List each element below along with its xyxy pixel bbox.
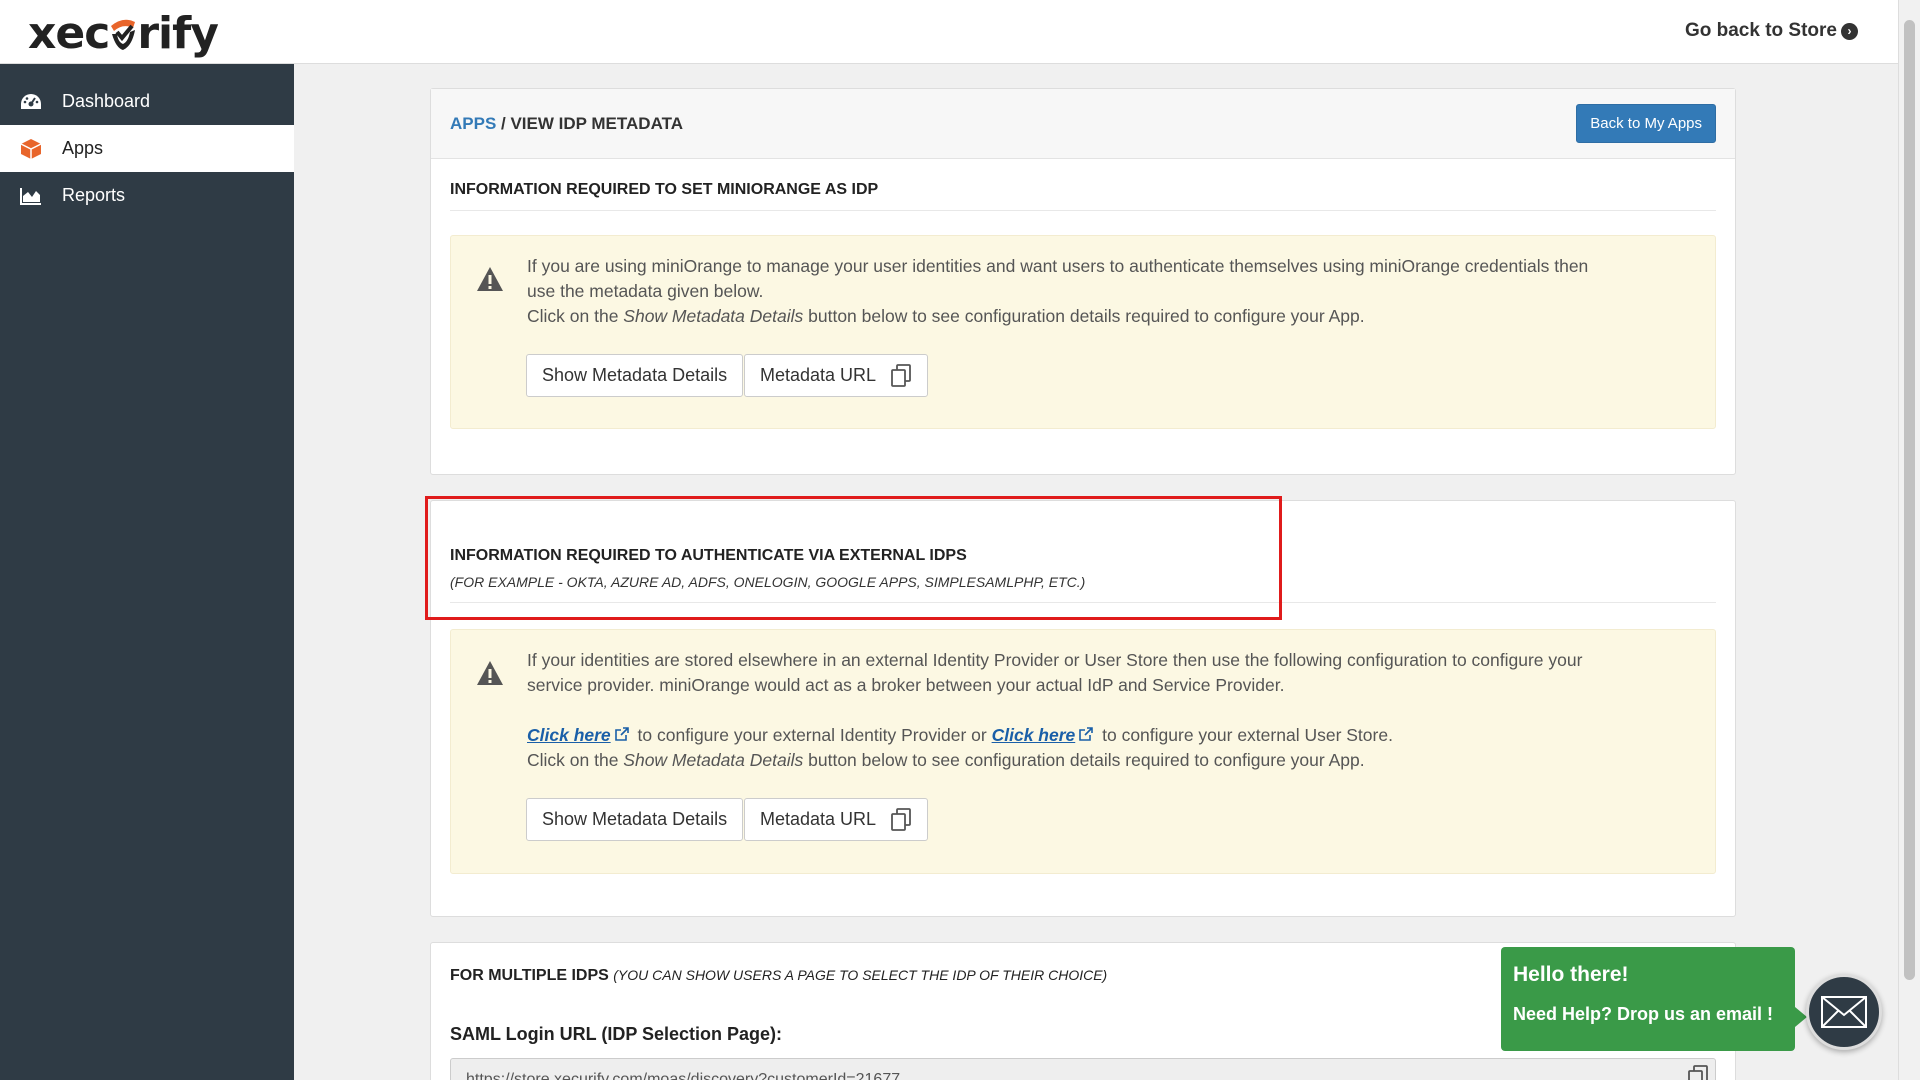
sidebar-item-reports[interactable]: Reports bbox=[0, 172, 294, 219]
alert-instruction-suffix: button below to see configuration detail… bbox=[803, 306, 1364, 326]
alert-instruction-emphasis: Show Metadata Details bbox=[623, 306, 803, 326]
chat-subtitle: Need Help? Drop us an email ! bbox=[1513, 1004, 1783, 1025]
warning-icon bbox=[476, 266, 504, 292]
section-title: INFORMATION REQUIRED TO SET MINIORANGE A… bbox=[450, 181, 878, 199]
sidebar-item-dashboard[interactable]: Dashboard bbox=[0, 78, 294, 125]
copy-icon bbox=[890, 808, 912, 832]
button-label: Metadata URL bbox=[760, 365, 876, 386]
alert-instruction-prefix: Click on the bbox=[527, 306, 623, 326]
breadcrumb-separator: / bbox=[496, 114, 510, 133]
highlight-annotation-box bbox=[425, 496, 1282, 620]
warning-alert: If your identities are stored elsewhere … bbox=[450, 629, 1716, 874]
show-metadata-details-button[interactable]: Show Metadata Details bbox=[526, 798, 743, 841]
box-icon bbox=[18, 136, 44, 162]
sidebar-item-apps[interactable]: Apps bbox=[0, 125, 294, 172]
panel-header: APPS / VIEW IDP METADATA Back to My Apps bbox=[431, 89, 1735, 159]
copy-icon bbox=[890, 364, 912, 388]
copy-icon[interactable] bbox=[1687, 1065, 1709, 1080]
top-header: xecrify Go back to Store› bbox=[0, 0, 1898, 64]
sidebar-item-label: Apps bbox=[62, 138, 103, 159]
chat-help-popup[interactable]: Hello there! Need Help? Drop us an email… bbox=[1501, 947, 1795, 1051]
email-support-button[interactable] bbox=[1806, 974, 1882, 1050]
saml-login-url-label: SAML Login URL (IDP Selection Page): bbox=[450, 1024, 782, 1045]
alert-text: If your identities are stored elsewhere … bbox=[527, 648, 1615, 773]
alert-description: If your identities are stored elsewhere … bbox=[527, 650, 1582, 695]
sidebar-item-label: Dashboard bbox=[62, 91, 150, 112]
external-link-icon bbox=[1078, 726, 1094, 742]
divider bbox=[450, 210, 1716, 211]
go-back-to-store-link[interactable]: Go back to Store› bbox=[1685, 20, 1858, 42]
alert-text: If you are using miniOrange to manage yo… bbox=[527, 254, 1615, 329]
area-chart-icon bbox=[18, 183, 44, 209]
chevron-right-circle-icon: › bbox=[1841, 23, 1858, 40]
xecurify-logo[interactable]: xecrify bbox=[28, 8, 218, 59]
breadcrumb-apps-link[interactable]: APPS bbox=[450, 114, 496, 133]
metadata-url-copy-button[interactable]: Metadata URL bbox=[744, 354, 928, 397]
sidebar: Dashboard Apps Reports bbox=[0, 64, 294, 1080]
metadata-url-copy-button[interactable]: Metadata URL bbox=[744, 798, 928, 841]
warning-alert: If you are using miniOrange to manage yo… bbox=[450, 235, 1716, 429]
configure-user-store-link[interactable]: Click here bbox=[992, 725, 1076, 745]
button-label: Metadata URL bbox=[760, 809, 876, 830]
breadcrumb-current: VIEW IDP METADATA bbox=[510, 114, 683, 133]
alert-instruction-emphasis: Show Metadata Details bbox=[623, 750, 803, 770]
scrollbar-thumb[interactable] bbox=[1904, 20, 1915, 980]
saml-login-url-field[interactable]: https://store.xecurify.com/moas/discover… bbox=[450, 1058, 1716, 1080]
chat-title: Hello there! bbox=[1513, 963, 1783, 987]
link-description: to configure your external Identity Prov… bbox=[633, 725, 992, 745]
alert-instruction-suffix: button below to see configuration detail… bbox=[803, 750, 1364, 770]
warning-icon bbox=[476, 660, 504, 686]
idp-metadata-panel: APPS / VIEW IDP METADATA Back to My Apps… bbox=[430, 88, 1736, 475]
section-title-text: FOR MULTIPLE IDPS bbox=[450, 967, 609, 984]
button-label: Show Metadata Details bbox=[542, 809, 727, 830]
back-to-my-apps-button[interactable]: Back to My Apps bbox=[1576, 104, 1716, 143]
logo-shield-icon bbox=[108, 14, 138, 52]
dashboard-icon bbox=[18, 89, 44, 115]
alert-instruction-prefix: Click on the bbox=[527, 750, 623, 770]
page-scrollbar[interactable] bbox=[1898, 0, 1920, 1080]
show-metadata-details-button[interactable]: Show Metadata Details bbox=[526, 354, 743, 397]
section-subtitle: (YOU CAN SHOW USERS A PAGE TO SELECT THE… bbox=[613, 967, 1107, 983]
configure-idp-link[interactable]: Click here bbox=[527, 725, 611, 745]
alert-description: If you are using miniOrange to manage yo… bbox=[527, 256, 1588, 301]
sidebar-item-label: Reports bbox=[62, 185, 125, 206]
breadcrumb: APPS / VIEW IDP METADATA bbox=[450, 114, 683, 134]
button-label: Show Metadata Details bbox=[542, 365, 727, 386]
external-link-icon bbox=[614, 726, 630, 742]
link-description: to configure your external User Store. bbox=[1097, 725, 1393, 745]
envelope-icon bbox=[1820, 995, 1868, 1029]
section-title: FOR MULTIPLE IDPS (YOU CAN SHOW USERS A … bbox=[450, 967, 1107, 985]
